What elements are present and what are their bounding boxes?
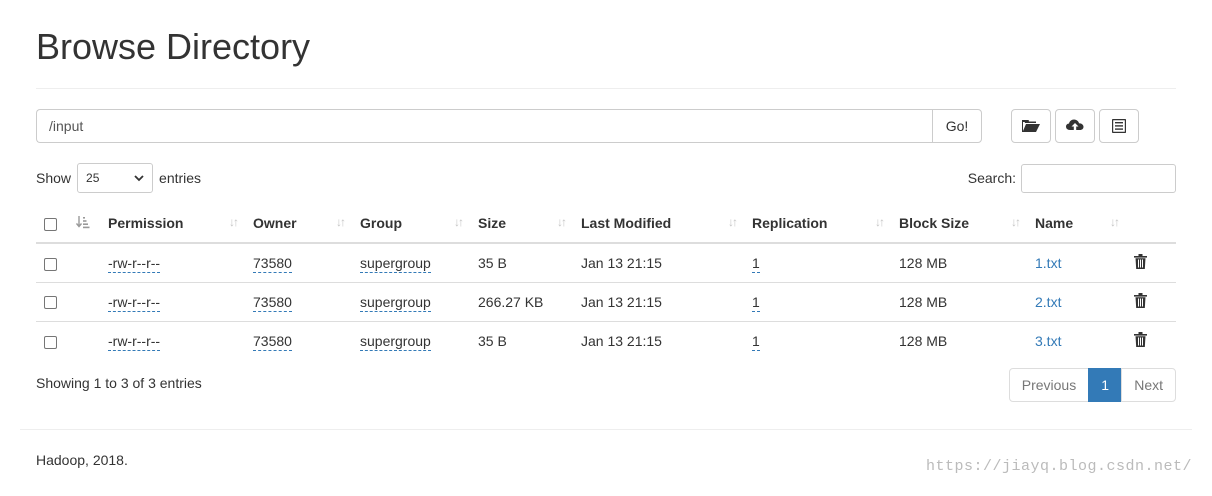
show-label: Show [36, 170, 72, 186]
select-all-header [36, 204, 68, 244]
sort-icon: ↓↑ [875, 215, 885, 229]
row-checkbox[interactable] [44, 296, 57, 310]
block-size-cell: 128 MB [891, 320, 1027, 360]
row-checkbox[interactable] [44, 257, 57, 271]
modified-cell: Jan 13 21:15 [573, 281, 744, 321]
footer-text: Hadoop, 2018. [36, 452, 128, 468]
block-size-cell: 128 MB [891, 281, 1027, 321]
table-search-control: Search: [968, 163, 1176, 193]
upload-button[interactable] [1055, 109, 1095, 143]
create-directory-button[interactable] [1011, 109, 1051, 143]
file-name-link[interactable]: 1.txt [1035, 255, 1061, 271]
sort-icon: ↓↑ [1110, 215, 1120, 229]
search-input[interactable] [1021, 163, 1176, 193]
replication-link[interactable]: 1 [752, 293, 760, 312]
group-link[interactable]: supergroup [360, 254, 431, 273]
pagination: Previous 1 Next [1008, 368, 1176, 402]
cloud-upload-icon [1066, 119, 1084, 133]
sort-icon: ↓↑ [557, 215, 567, 229]
entries-label: entries [159, 170, 202, 186]
column-header-group[interactable]: Group ↓↑ [352, 204, 470, 244]
table-row: -rw-r--r-- 73580 supergroup 35 B Jan 13 … [36, 243, 1176, 282]
column-header-owner[interactable]: Owner ↓↑ [245, 204, 352, 244]
column-header-permission[interactable]: Permission ↓↑ [100, 204, 245, 244]
file-name-link[interactable]: 2.txt [1035, 294, 1061, 310]
page-1-button[interactable]: 1 [1088, 368, 1123, 402]
replication-link[interactable]: 1 [752, 254, 760, 273]
modified-cell: Jan 13 21:15 [573, 320, 744, 360]
search-label: Search: [967, 170, 1016, 186]
column-header-replication[interactable]: Replication ↓↑ [744, 204, 891, 244]
row-checkbox[interactable] [44, 335, 57, 349]
select-all-checkbox[interactable] [44, 217, 57, 231]
sort-order-header[interactable] [68, 204, 100, 244]
actions-header [1126, 204, 1176, 244]
group-link[interactable]: supergroup [360, 332, 431, 351]
table-length-control: Show 25 entries [36, 163, 201, 193]
block-size-cell: 128 MB [899, 254, 948, 271]
sort-icon: ↓↑ [229, 215, 239, 229]
table-header-row: Permission ↓↑ Owner ↓↑ Group ↓↑ Size ↓↑ Last… [36, 204, 1176, 244]
watermark: https://jiayq.blog.csdn.net/ [925, 458, 1192, 475]
page-title: Browse Directory [36, 26, 311, 67]
column-header-name[interactable]: Name ↓↑ [1027, 204, 1126, 244]
trash-icon[interactable] [1134, 292, 1147, 311]
sort-icon: ↓↑ [728, 215, 738, 229]
cut-paste-button[interactable] [1099, 109, 1139, 143]
file-name-link[interactable]: 3.txt [1035, 333, 1061, 349]
permission-link[interactable]: -rw-r--r-- [108, 332, 161, 351]
permission-link[interactable]: -rw-r--r-- [108, 254, 161, 273]
sort-icon: ↓↑ [454, 215, 464, 229]
column-header-block-size[interactable]: Block Size ↓↑ [891, 204, 1027, 244]
list-alt-icon [1112, 119, 1126, 133]
go-button[interactable]: Go! [932, 109, 982, 143]
divider [36, 88, 1176, 89]
footer-divider [20, 429, 1192, 430]
entries-select-value: 25 [86, 171, 100, 185]
chevron-down-icon [134, 171, 144, 185]
size-cell: 35 B [478, 254, 507, 271]
group-link[interactable]: supergroup [360, 293, 431, 312]
sort-icon: ↓↑ [1011, 215, 1021, 229]
file-table: Permission ↓↑ Owner ↓↑ Group ↓↑ Size ↓↑ Last… [36, 204, 1176, 360]
next-page-button[interactable]: Next [1121, 368, 1176, 402]
replication-link[interactable]: 1 [752, 332, 760, 351]
table-row: -rw-r--r-- 73580 supergroup 266.27 KB Ja… [36, 281, 1176, 321]
previous-page-button[interactable]: Previous [1008, 368, 1090, 402]
size-cell: 35 B [470, 320, 573, 360]
size-cell: 266.27 KB [470, 281, 573, 321]
column-header-size[interactable]: Size ↓↑ [470, 204, 573, 244]
table-row: -rw-r--r-- 73580 supergroup 35 B Jan 13 … [36, 320, 1176, 360]
table-info: Showing 1 to 3 of 3 entries [36, 375, 202, 391]
path-bar: Go! [36, 109, 982, 143]
owner-link[interactable]: 73580 [253, 293, 292, 312]
entries-select[interactable]: 25 [77, 163, 154, 193]
path-input[interactable] [36, 109, 932, 143]
owner-link[interactable]: 73580 [253, 254, 292, 273]
column-header-last-modified[interactable]: Last Modified ↓↑ [573, 204, 744, 244]
modified-cell: Jan 13 21:15 [581, 254, 662, 271]
sort-amount-icon [75, 215, 90, 232]
permission-link[interactable]: -rw-r--r-- [108, 293, 161, 312]
owner-link[interactable]: 73580 [253, 332, 292, 351]
folder-open-icon [1022, 119, 1040, 133]
sort-icon: ↓↑ [336, 215, 346, 229]
trash-icon[interactable] [1134, 253, 1147, 272]
trash-icon[interactable] [1134, 331, 1147, 350]
